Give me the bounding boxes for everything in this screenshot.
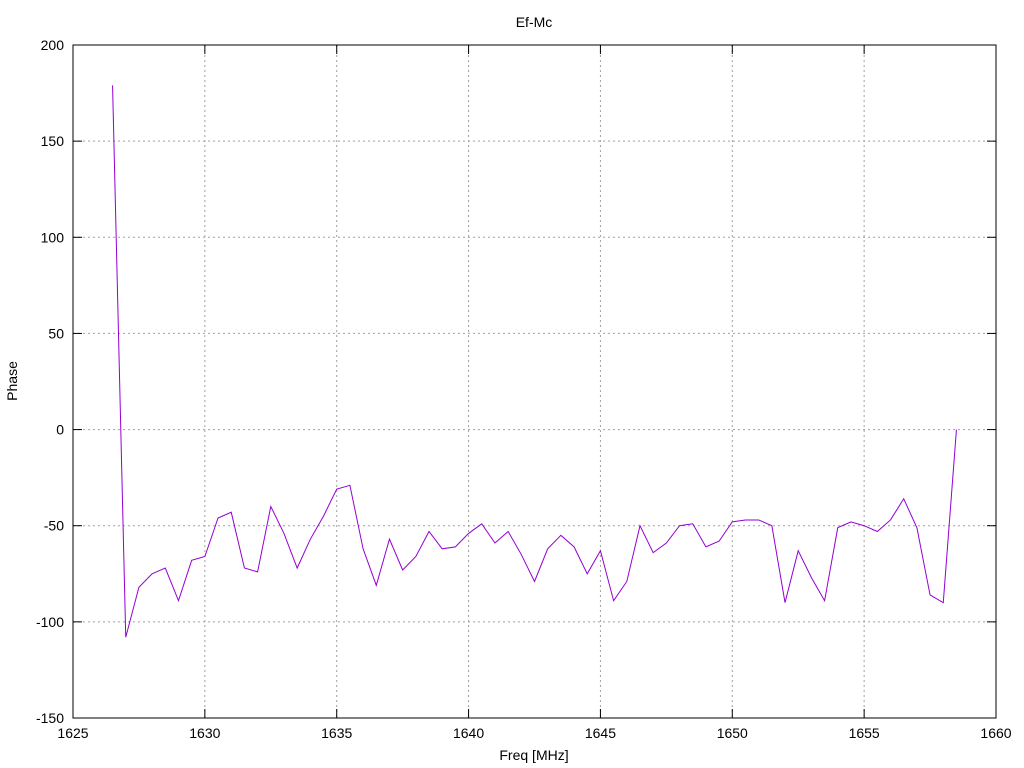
x-tick-label: 1635 <box>321 725 352 741</box>
chart-title: Ef-Mc <box>516 14 553 30</box>
chart: -150 -100 -50 0 50 100 150 200 1625 1630 1635 1640… <box>4 14 1012 763</box>
y-tick-label: 0 <box>56 422 64 438</box>
series-layer <box>112 85 957 638</box>
y-tick-label: -150 <box>36 710 64 726</box>
x-tick-label: 1660 <box>980 725 1011 741</box>
x-tick-labels: 1625 1630 1635 1640 1645 1650 1655 1660 <box>57 725 1011 741</box>
y-tick-label: 100 <box>41 229 65 245</box>
ticks <box>72 44 997 719</box>
y-tick-label: 150 <box>41 133 65 149</box>
y-axis-label: Phase <box>4 361 20 401</box>
x-tick-label: 1640 <box>453 725 484 741</box>
y-tick-label: 50 <box>48 325 64 341</box>
grid <box>73 45 996 718</box>
y-tick-label: -100 <box>36 614 64 630</box>
x-tick-label: 1655 <box>849 725 880 741</box>
y-tick-label: 200 <box>41 37 65 53</box>
x-tick-label: 1650 <box>717 725 748 741</box>
x-axis-label: Freq [MHz] <box>499 747 568 763</box>
x-tick-label: 1630 <box>189 725 220 741</box>
y-tick-label: -50 <box>44 518 64 534</box>
series-line <box>112 85 957 638</box>
plot-frame <box>72 44 997 719</box>
y-tick-labels: -150 -100 -50 0 50 100 150 200 <box>36 37 64 726</box>
x-tick-label: 1645 <box>585 725 616 741</box>
x-tick-label: 1625 <box>57 725 88 741</box>
